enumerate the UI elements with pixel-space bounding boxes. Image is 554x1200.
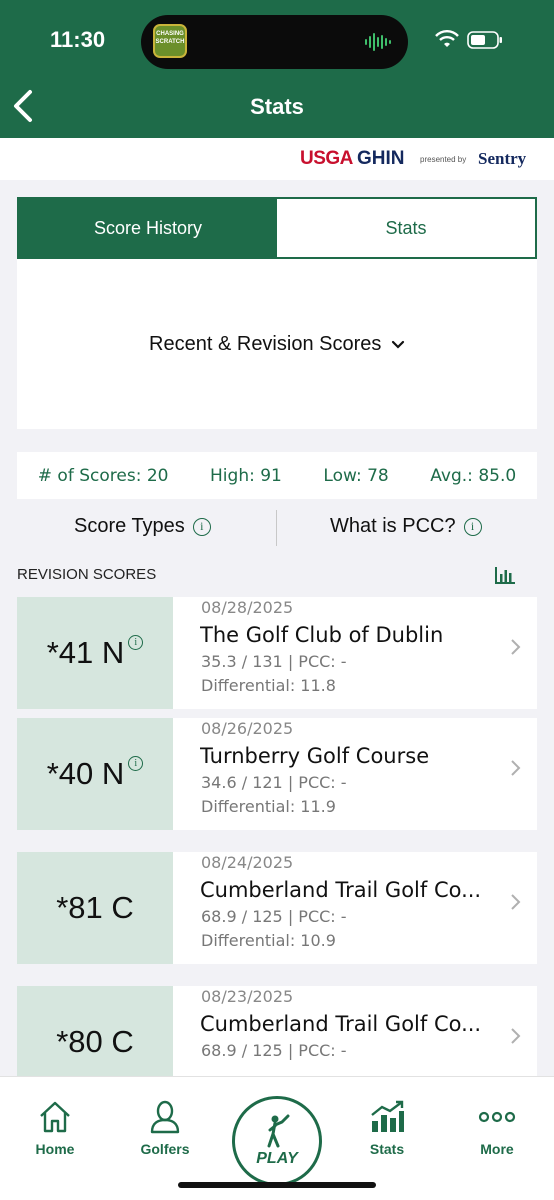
info-icon: i (192, 517, 211, 536)
score-summary: # of Scores: 20 High: 91 Low: 78 Avg.: 8… (17, 452, 537, 499)
play-button[interactable]: PLAY (232, 1096, 322, 1186)
score-types-label: Score Types (74, 515, 185, 537)
user-icon (150, 1100, 180, 1134)
chevron-right-icon (511, 639, 521, 655)
tab-stats[interactable]: Stats (277, 199, 535, 257)
score-filter-dropdown[interactable]: Recent & Revision Scores (17, 333, 537, 356)
audio-wave-icon (365, 33, 391, 51)
tab-home-label: Home (35, 1141, 75, 1157)
stats-chart-icon (371, 1100, 404, 1132)
score-value: *40 N (46, 756, 125, 791)
score-row[interactable]: *41 N i 08/28/2025 The Golf Club of Dubl… (17, 597, 537, 709)
info-icon[interactable]: i (128, 634, 144, 650)
pcc-info-link[interactable]: What is PCC? i (330, 515, 482, 538)
info-icon: i (463, 517, 482, 536)
score-cell: *40 N i (17, 718, 173, 830)
score-filter-label: Recent & Revision Scores (149, 333, 382, 355)
wifi-icon (435, 30, 459, 47)
score-row[interactable]: *81 C 08/24/2025 Cumberland Trail Golf C… (17, 852, 537, 964)
page-title: Stats (250, 94, 304, 119)
score-value: *81 C (56, 890, 134, 925)
top-bar: 11:30 CHASING SCRATCH Stats (0, 0, 554, 138)
chevron-down-icon (391, 340, 405, 349)
course-name: Cumberland Trail Golf Co... (200, 878, 482, 902)
course-rating: 68.9 / 125 | PCC: - (201, 1041, 347, 1060)
home-icon (40, 1101, 70, 1133)
differential: Differential: 11.9 (201, 797, 336, 816)
dynamic-island: CHASING SCRATCH (141, 15, 408, 69)
score-average: Avg.: 85.0 (430, 465, 517, 486)
chevron-right-icon (511, 760, 521, 776)
bar-chart-icon[interactable] (494, 565, 516, 585)
differential: Differential: 10.9 (201, 931, 336, 950)
score-date: 08/24/2025 (201, 853, 294, 872)
divider (276, 510, 277, 546)
score-row[interactable]: *40 N i 08/26/2025 Turnberry Golf Course… (17, 718, 537, 830)
pcc-label: What is PCC? (330, 515, 456, 537)
info-icon[interactable]: i (128, 755, 144, 771)
tab-stats-nav[interactable]: Stats (342, 1099, 432, 1157)
app-badge-icon: CHASING SCRATCH (153, 24, 187, 58)
filter-panel: Recent & Revision Scores (17, 259, 537, 429)
tab-more[interactable]: More (452, 1099, 542, 1157)
course-rating: 68.9 / 125 | PCC: - (201, 907, 347, 926)
battery-icon (467, 31, 502, 49)
course-rating: 35.3 / 131 | PCC: - (201, 652, 347, 671)
play-label: PLAY (256, 1150, 298, 1167)
section-title: REVISION SCORES (17, 566, 157, 583)
chevron-right-icon (511, 894, 521, 910)
score-types-link[interactable]: Score Types i (74, 515, 211, 538)
sentry-logo: Sentry (478, 149, 527, 168)
course-name: Turnberry Golf Course (200, 744, 430, 768)
course-rating: 34.6 / 121 | PCC: - (201, 773, 347, 792)
more-dots-icon (478, 1111, 516, 1123)
brand-strip: USGA GHIN presented by Sentry (0, 138, 554, 180)
tab-score-history[interactable]: Score History (19, 199, 277, 257)
score-value: *41 N (46, 635, 125, 670)
score-count: # of Scores: 20 (37, 465, 169, 486)
tab-more-label: More (480, 1141, 514, 1157)
home-indicator (178, 1182, 376, 1188)
score-date: 08/26/2025 (201, 719, 294, 738)
score-cell: *81 C (17, 852, 173, 964)
ghin-logo: GHIN (357, 148, 405, 169)
course-name: The Golf Club of Dublin (200, 623, 444, 647)
tab-stats-label: Stats (369, 1141, 405, 1157)
status-time: 11:30 (50, 27, 106, 52)
course-name: Cumberland Trail Golf Co... (200, 1012, 482, 1036)
info-links: Score Types i What is PCC? i (0, 507, 554, 547)
score-date: 08/23/2025 (201, 987, 294, 1006)
golfer-icon (267, 1114, 290, 1148)
segmented-control: Score History Stats (17, 197, 537, 259)
score-value: *80 C (56, 1024, 134, 1059)
differential: Differential: 11.8 (201, 676, 336, 695)
usga-logo: USGA (300, 148, 353, 169)
chevron-right-icon (511, 1028, 521, 1044)
score-high: High: 91 (210, 465, 282, 486)
score-date: 08/28/2025 (201, 598, 294, 617)
tab-home[interactable]: Home (10, 1099, 100, 1157)
score-cell: *41 N i (17, 597, 173, 709)
presented-by-label: presented by (420, 155, 467, 164)
tab-golfers[interactable]: Golfers (120, 1099, 210, 1157)
tab-golfers-label: Golfers (140, 1141, 190, 1157)
score-low: Low: 78 (323, 465, 389, 486)
